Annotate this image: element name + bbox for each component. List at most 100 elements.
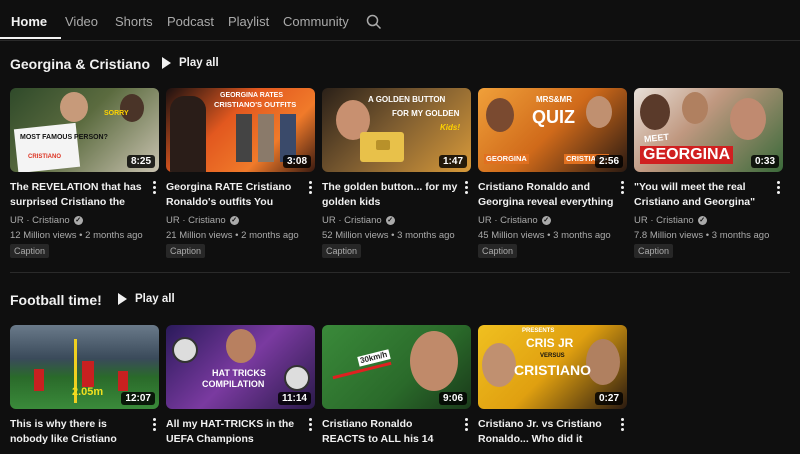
video-thumbnail[interactable]: MOST FAMOUS PERSON? CRISTIANO SORRY 8:25 (10, 88, 159, 172)
video-title[interactable]: Cristiano Ronaldo and Georgina reveal ev… (478, 180, 614, 210)
duration-badge: 8:25 (126, 155, 155, 168)
video-card: 2.05m 12:07 This is why there is nobody … (10, 325, 159, 445)
duration-badge: 2:56 (594, 155, 623, 168)
video-card: A GOLDEN BUTTON FOR MY GOLDEN Kids! 1:47… (322, 88, 471, 258)
video-title[interactable]: This is why there is nobody like Cristia… (10, 417, 146, 447)
thumbnail-text: HAT TRICKS (212, 368, 266, 378)
video-card: 30km/h 9:06 Cristiano Ronaldo REACTS to … (322, 325, 471, 445)
upload-age: 2 months ago (241, 230, 299, 241)
video-thumbnail[interactable]: MRS&MR QUIZ GEORGINA CRISTIANO 2:56 (478, 88, 627, 172)
thumbnail-text: MEET (643, 131, 670, 145)
channel-name[interactable]: UR · Cristiano ✓ (322, 215, 395, 226)
tab-shorts[interactable]: Shorts (115, 14, 153, 29)
channel-name[interactable]: UR · Cristiano ✓ (634, 215, 707, 226)
play-all-label: Play all (135, 293, 175, 305)
caption-badge: Caption (478, 244, 518, 258)
upload-age: 3 months ago (553, 230, 611, 241)
duration-badge: 11:14 (277, 392, 311, 405)
video-meta: 12 Million views • 2 months ago (10, 230, 143, 241)
play-all-button[interactable]: Play all (118, 293, 175, 305)
thumbnail-text: MOST FAMOUS PERSON? (20, 134, 108, 141)
video-card: MEET GEORGINA 0:33 "You will meet the re… (634, 88, 783, 258)
section-title: Georgina & Cristiano (10, 56, 151, 72)
video-thumbnail[interactable]: MEET GEORGINA 0:33 (634, 88, 783, 172)
tab-home[interactable]: Home (11, 14, 47, 29)
thumbnail-text: GEORGINA (484, 154, 529, 164)
video-title[interactable]: Georgina RATE Cristiano Ronaldo's outfit… (166, 180, 302, 210)
video-title[interactable]: Cristiano Jr. vs Cristiano Ronaldo... Wh… (478, 417, 614, 447)
view-count: 21 Million views (166, 230, 233, 241)
video-title[interactable]: All my HAT-TRICKS in the UEFA Champions … (166, 417, 302, 447)
duration-badge: 3:08 (282, 155, 311, 168)
section-title: Football time! (10, 292, 102, 308)
upload-age: 2 months ago (85, 230, 143, 241)
video-thumbnail[interactable]: 30km/h 9:06 (322, 325, 471, 409)
video-card: GEORGINA RATES CRISTIANO'S OUTFITS 3:08 … (166, 88, 315, 258)
video-title[interactable]: Cristiano Ronaldo REACTS to ALL his 14 G… (322, 417, 458, 447)
thumbnail-text: PRESENTS (522, 328, 555, 334)
video-title[interactable]: The REVELATION that has surprised Cristi… (10, 180, 146, 210)
channel-name[interactable]: UR · Cristiano ✓ (166, 215, 239, 226)
section-divider (10, 272, 790, 273)
play-icon (118, 293, 127, 305)
more-options-icon[interactable] (461, 418, 471, 432)
more-options-icon[interactable] (305, 418, 315, 432)
tab-podcast[interactable]: Podcast (167, 14, 214, 29)
tab-community[interactable]: Community (283, 14, 349, 29)
channel-tabs: Home Video Shorts Podcast Playlist Commu… (0, 0, 800, 41)
channel-label: UR · Cristiano (10, 215, 70, 226)
more-options-icon[interactable] (461, 181, 471, 195)
video-meta: 7.8 Million views • 3 months ago (634, 230, 770, 241)
video-title[interactable]: "You will meet the real Cristiano and Ge… (634, 180, 770, 210)
video-card: MRS&MR QUIZ GEORGINA CRISTIANO 2:56 Cris… (478, 88, 627, 258)
video-card: PRESENTS CRIS JR VERSUS CRISTIANO 0:27 C… (478, 325, 627, 445)
more-options-icon[interactable] (149, 418, 159, 432)
video-thumbnail[interactable]: HAT TRICKS COMPILATION 11:14 (166, 325, 315, 409)
thumbnail-text: COMPILATION (202, 379, 265, 389)
more-options-icon[interactable] (617, 181, 627, 195)
view-count: 52 Million views (322, 230, 389, 241)
thumbnail-text: 2.05m (72, 386, 104, 398)
video-meta: 52 Million views • 3 months ago (322, 230, 455, 241)
caption-badge: Caption (10, 244, 50, 258)
tab-playlist[interactable]: Playlist (228, 14, 269, 29)
video-card: HAT TRICKS COMPILATION 11:14 All my HAT-… (166, 325, 315, 445)
channel-label: UR · Cristiano (634, 215, 694, 226)
thumbnail-text: CRISTIANO (514, 362, 591, 378)
channel-name[interactable]: UR · Cristiano ✓ (478, 215, 551, 226)
duration-badge: 9:06 (438, 392, 467, 405)
verified-icon: ✓ (541, 216, 551, 225)
verified-icon: ✓ (73, 216, 83, 225)
play-all-button[interactable]: Play all (162, 57, 219, 69)
thumbnail-text: FOR MY GOLDEN (392, 109, 460, 118)
more-options-icon[interactable] (617, 418, 627, 432)
upload-age: 3 months ago (711, 230, 770, 241)
thumbnail-text: Kids! (440, 123, 460, 132)
caption-badge: Caption (166, 244, 206, 258)
more-options-icon[interactable] (305, 181, 315, 195)
more-options-icon[interactable] (773, 181, 783, 195)
video-title[interactable]: The golden button... for my golden kids (322, 180, 458, 210)
video-meta: 21 Million views • 2 months ago (166, 230, 299, 241)
thumbnail-text: QUIZ (532, 107, 575, 127)
more-options-icon[interactable] (149, 181, 159, 195)
thumbnail-text: CRIS JR (526, 336, 574, 350)
tab-video[interactable]: Video (65, 14, 98, 29)
channel-label: UR · Cristiano (166, 215, 226, 226)
duration-badge: 0:27 (594, 392, 623, 405)
video-thumbnail[interactable]: PRESENTS CRIS JR VERSUS CRISTIANO 0:27 (478, 325, 627, 409)
duration-badge: 12:07 (121, 392, 155, 405)
view-count: 12 Million views (10, 230, 77, 241)
search-icon[interactable] (366, 14, 382, 30)
thumbnail-text: CRISTIANO (28, 154, 61, 160)
play-icon (162, 57, 171, 69)
video-thumbnail[interactable]: 2.05m 12:07 (10, 325, 159, 409)
caption-badge: Caption (634, 244, 674, 258)
upload-age: 3 months ago (397, 230, 455, 241)
thumbnail-text: CRISTIANO'S OUTFITS (214, 100, 297, 109)
video-thumbnail[interactable]: GEORGINA RATES CRISTIANO'S OUTFITS 3:08 (166, 88, 315, 172)
verified-icon: ✓ (697, 216, 707, 225)
channel-name[interactable]: UR · Cristiano ✓ (10, 215, 83, 226)
caption-badge: Caption (322, 244, 362, 258)
video-thumbnail[interactable]: A GOLDEN BUTTON FOR MY GOLDEN Kids! 1:47 (322, 88, 471, 172)
